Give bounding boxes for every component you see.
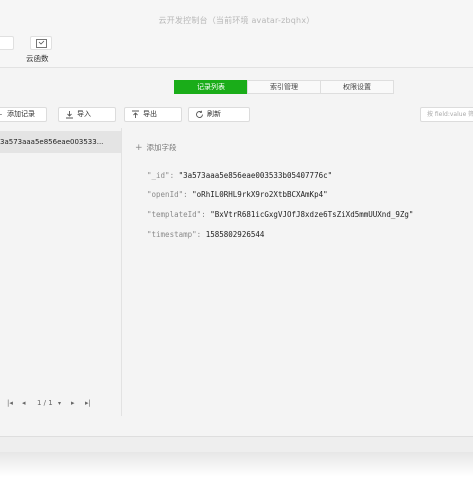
import-button[interactable]: 导入	[58, 107, 116, 122]
field-separator: :	[196, 230, 206, 239]
field-separator: :	[169, 171, 179, 180]
record-detail-panel: + 添加字段 "_id": "3a573aaa5e856eae003533b054…	[123, 128, 473, 416]
cloud-functions-button[interactable]	[30, 36, 52, 50]
field-separator: :	[183, 190, 193, 199]
field-row-timestamp: "timestamp": 1585802926544	[147, 230, 264, 239]
plus-icon: +	[0, 108, 3, 121]
cloud-functions-label: 云函数	[26, 54, 49, 63]
refresh-icon	[196, 110, 203, 118]
record-list-item[interactable]: 3a573aaa5e856eae003533...	[0, 131, 121, 153]
add-field-label: 添加字段	[146, 143, 177, 152]
tab-records[interactable]: 记录列表	[174, 80, 248, 94]
status-bar	[0, 436, 473, 452]
page-indicator: 1 / 1	[37, 399, 53, 407]
tab-indexes[interactable]: 索引管理	[247, 80, 321, 94]
record-list-panel: 3a573aaa5e856eae003533... |◂ ◂ 1 / 1 ▾ ▸…	[0, 128, 122, 416]
action-bar: + 添加记录 导入 导出 刷新 按 field:value 筛选	[0, 105, 473, 125]
first-page-icon[interactable]: |◂	[7, 399, 13, 407]
prev-page-icon[interactable]: ◂	[22, 399, 26, 407]
field-value[interactable]: "BxVtrR681icGxgVJOfJ8xdze6TsZiXd5mmUUXnd…	[210, 210, 413, 219]
field-row-templateid: "templateId": "BxVtrR681icGxgVJOfJ8xdze6…	[147, 210, 413, 219]
chevron-down-icon[interactable]: ▾	[58, 400, 61, 407]
import-label: 导入	[77, 110, 91, 118]
field-value[interactable]: "oRhIL0RHL9rkX9ro2XtbBCXAmKp4"	[192, 190, 327, 199]
field-key: "templateId"	[147, 210, 202, 219]
export-button[interactable]: 导出	[124, 107, 182, 122]
tab-permissions[interactable]: 权限设置	[320, 80, 394, 94]
download-icon	[66, 111, 73, 119]
cloud-function-icon	[36, 39, 47, 48]
add-record-button[interactable]: + 添加记录	[0, 107, 47, 122]
next-page-icon[interactable]: ▸	[71, 399, 75, 407]
field-separator: :	[201, 210, 211, 219]
field-value[interactable]: "3a573aaa5e856eae003533b05407776c"	[179, 171, 333, 180]
field-row-openid: "openId": "oRhIL0RHL9rkX9ro2XtbBCXAmKp4"	[147, 190, 328, 199]
title-bar: 云开发控制台（当前环境 avatar-zbqhx）	[0, 0, 473, 30]
last-page-icon[interactable]: ▸|	[85, 399, 91, 407]
field-key: "openId"	[147, 190, 184, 199]
field-key: "_id"	[147, 171, 170, 180]
console-window: 云开发控制台（当前环境 avatar-zbqhx） 云函数 记录列表 索引管理 …	[0, 0, 473, 452]
upload-icon	[132, 110, 139, 118]
window-title: 云开发控制台（当前环境 avatar-zbqhx）	[158, 16, 315, 25]
field-row-id: "_id": "3a573aaa5e856eae003533b05407776c…	[147, 171, 332, 180]
field-key: "timestamp"	[147, 230, 197, 239]
toolbar-left-button[interactable]	[0, 36, 14, 50]
filter-search-input[interactable]: 按 field:value 筛选	[420, 107, 473, 122]
export-label: 导出	[143, 110, 157, 118]
refresh-button[interactable]: 刷新	[188, 107, 250, 122]
window-shadow	[0, 452, 473, 477]
add-record-label: 添加记录	[7, 110, 35, 118]
plus-icon: +	[135, 143, 143, 153]
pagination: |◂ ◂ 1 / 1 ▾ ▸ ▸|	[0, 396, 121, 412]
field-value[interactable]: 1585802926544	[206, 230, 265, 239]
top-toolbar: 云函数	[0, 30, 473, 68]
add-field-button[interactable]: + 添加字段	[135, 142, 177, 153]
tab-bar: 记录列表 索引管理 权限设置	[174, 80, 394, 94]
refresh-label: 刷新	[207, 110, 221, 118]
